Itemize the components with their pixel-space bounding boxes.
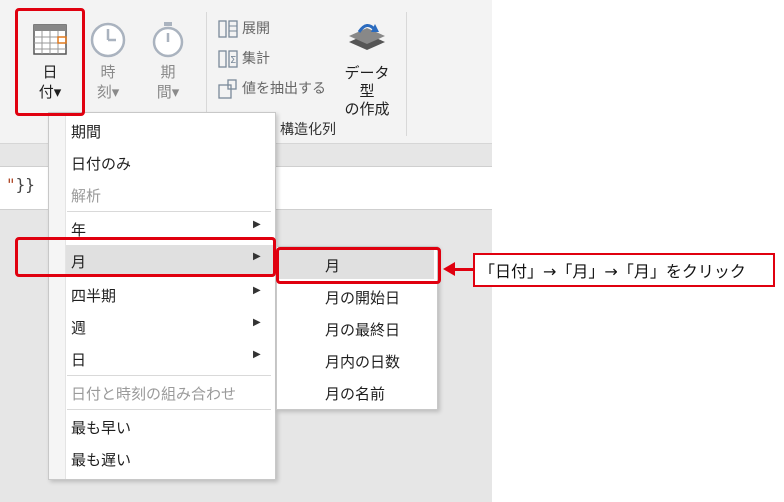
svg-text:Σ: Σ bbox=[230, 55, 236, 66]
menu-item-period[interactable]: 期間 bbox=[71, 121, 101, 142]
extract-values-label: 値を抽出する bbox=[242, 81, 326, 97]
menu-item-quarter[interactable]: 四半期 ▶ bbox=[71, 285, 261, 306]
highlight-box-date-button bbox=[15, 8, 85, 116]
menu-item-parse: 解析 bbox=[71, 187, 102, 205]
create-data-type-label-2: の作成 bbox=[344, 100, 390, 118]
submenu-item-start-of-month[interactable]: 月の開始日 bbox=[325, 287, 400, 308]
expand-icon bbox=[218, 20, 238, 38]
formula-text: "}} bbox=[6, 175, 35, 194]
stopwatch-icon bbox=[152, 22, 184, 58]
date-dropdown-menu: 期間 日付のみ 解析 年 ▶ 月 ▶ 四半期 ▶ 週 ▶ 日 ▶ 日付と時刻の組み合わせ … bbox=[48, 112, 276, 480]
expand-label: 展開 bbox=[242, 21, 270, 37]
submenu-item-name-of-month[interactable]: 月の名前 bbox=[325, 383, 385, 404]
menu-item-combine-date-time: 日付と時刻の組み合わせ bbox=[71, 385, 237, 403]
menu-gutter bbox=[49, 113, 66, 479]
create-data-type-label-1: データ型 bbox=[344, 64, 390, 100]
instruction-callout: 「日付」→「月」→「月」をクリック bbox=[473, 253, 775, 287]
time-button[interactable]: 時 刻▾ bbox=[86, 20, 130, 108]
time-button-label-1: 時 bbox=[100, 63, 116, 81]
data-type-icon bbox=[349, 24, 385, 50]
menu-separator bbox=[67, 409, 271, 410]
ribbon-separator-2 bbox=[406, 12, 407, 136]
submenu-item-end-of-month[interactable]: 月の最終日 bbox=[325, 319, 400, 340]
duration-button-label-1: 期 bbox=[160, 63, 176, 81]
menu-item-week[interactable]: 週 ▶ bbox=[71, 317, 261, 338]
submenu-arrow-icon: ▶ bbox=[253, 285, 261, 296]
submenu-item-days-in-month[interactable]: 月内の日数 bbox=[325, 351, 400, 372]
create-data-type-button[interactable]: データ型 の作成 bbox=[338, 20, 396, 118]
clock-icon bbox=[90, 22, 126, 58]
highlight-box-month-subitem bbox=[276, 247, 441, 284]
menu-item-latest[interactable]: 最も遅い bbox=[71, 449, 131, 470]
submenu-arrow-icon: ▶ bbox=[253, 317, 261, 328]
structured-column-group-label: 構造化列 bbox=[280, 122, 336, 138]
duration-button[interactable]: 期 間▾ bbox=[144, 20, 192, 108]
extract-values-button[interactable]: 値を抽出する bbox=[218, 78, 326, 100]
expand-button[interactable]: 展開 bbox=[218, 18, 270, 40]
duration-button-label-2: 間▾ bbox=[156, 83, 180, 101]
aggregate-button[interactable]: Σ 集計 bbox=[218, 48, 270, 70]
submenu-arrow-icon: ▶ bbox=[253, 219, 261, 230]
highlight-box-month-item bbox=[15, 237, 276, 277]
menu-item-earliest[interactable]: 最も早い bbox=[71, 417, 131, 438]
menu-separator bbox=[67, 211, 271, 212]
menu-separator bbox=[67, 375, 271, 376]
extract-values-icon bbox=[218, 79, 237, 99]
menu-item-date-only[interactable]: 日付のみ bbox=[71, 153, 131, 174]
arrow-icon bbox=[443, 262, 455, 276]
submenu-arrow-icon: ▶ bbox=[253, 349, 261, 360]
arrow-line bbox=[455, 268, 473, 271]
aggregate-label: 集計 bbox=[242, 51, 270, 67]
aggregate-icon: Σ bbox=[218, 50, 238, 68]
menu-item-day[interactable]: 日 ▶ bbox=[71, 349, 261, 370]
time-button-label-2: 刻▾ bbox=[96, 83, 120, 101]
power-query-window: 日 付▾ 時 刻▾ 期 間▾ 展開 Σ 集計 値を抽出する データ型 の作成 構… bbox=[0, 0, 492, 502]
